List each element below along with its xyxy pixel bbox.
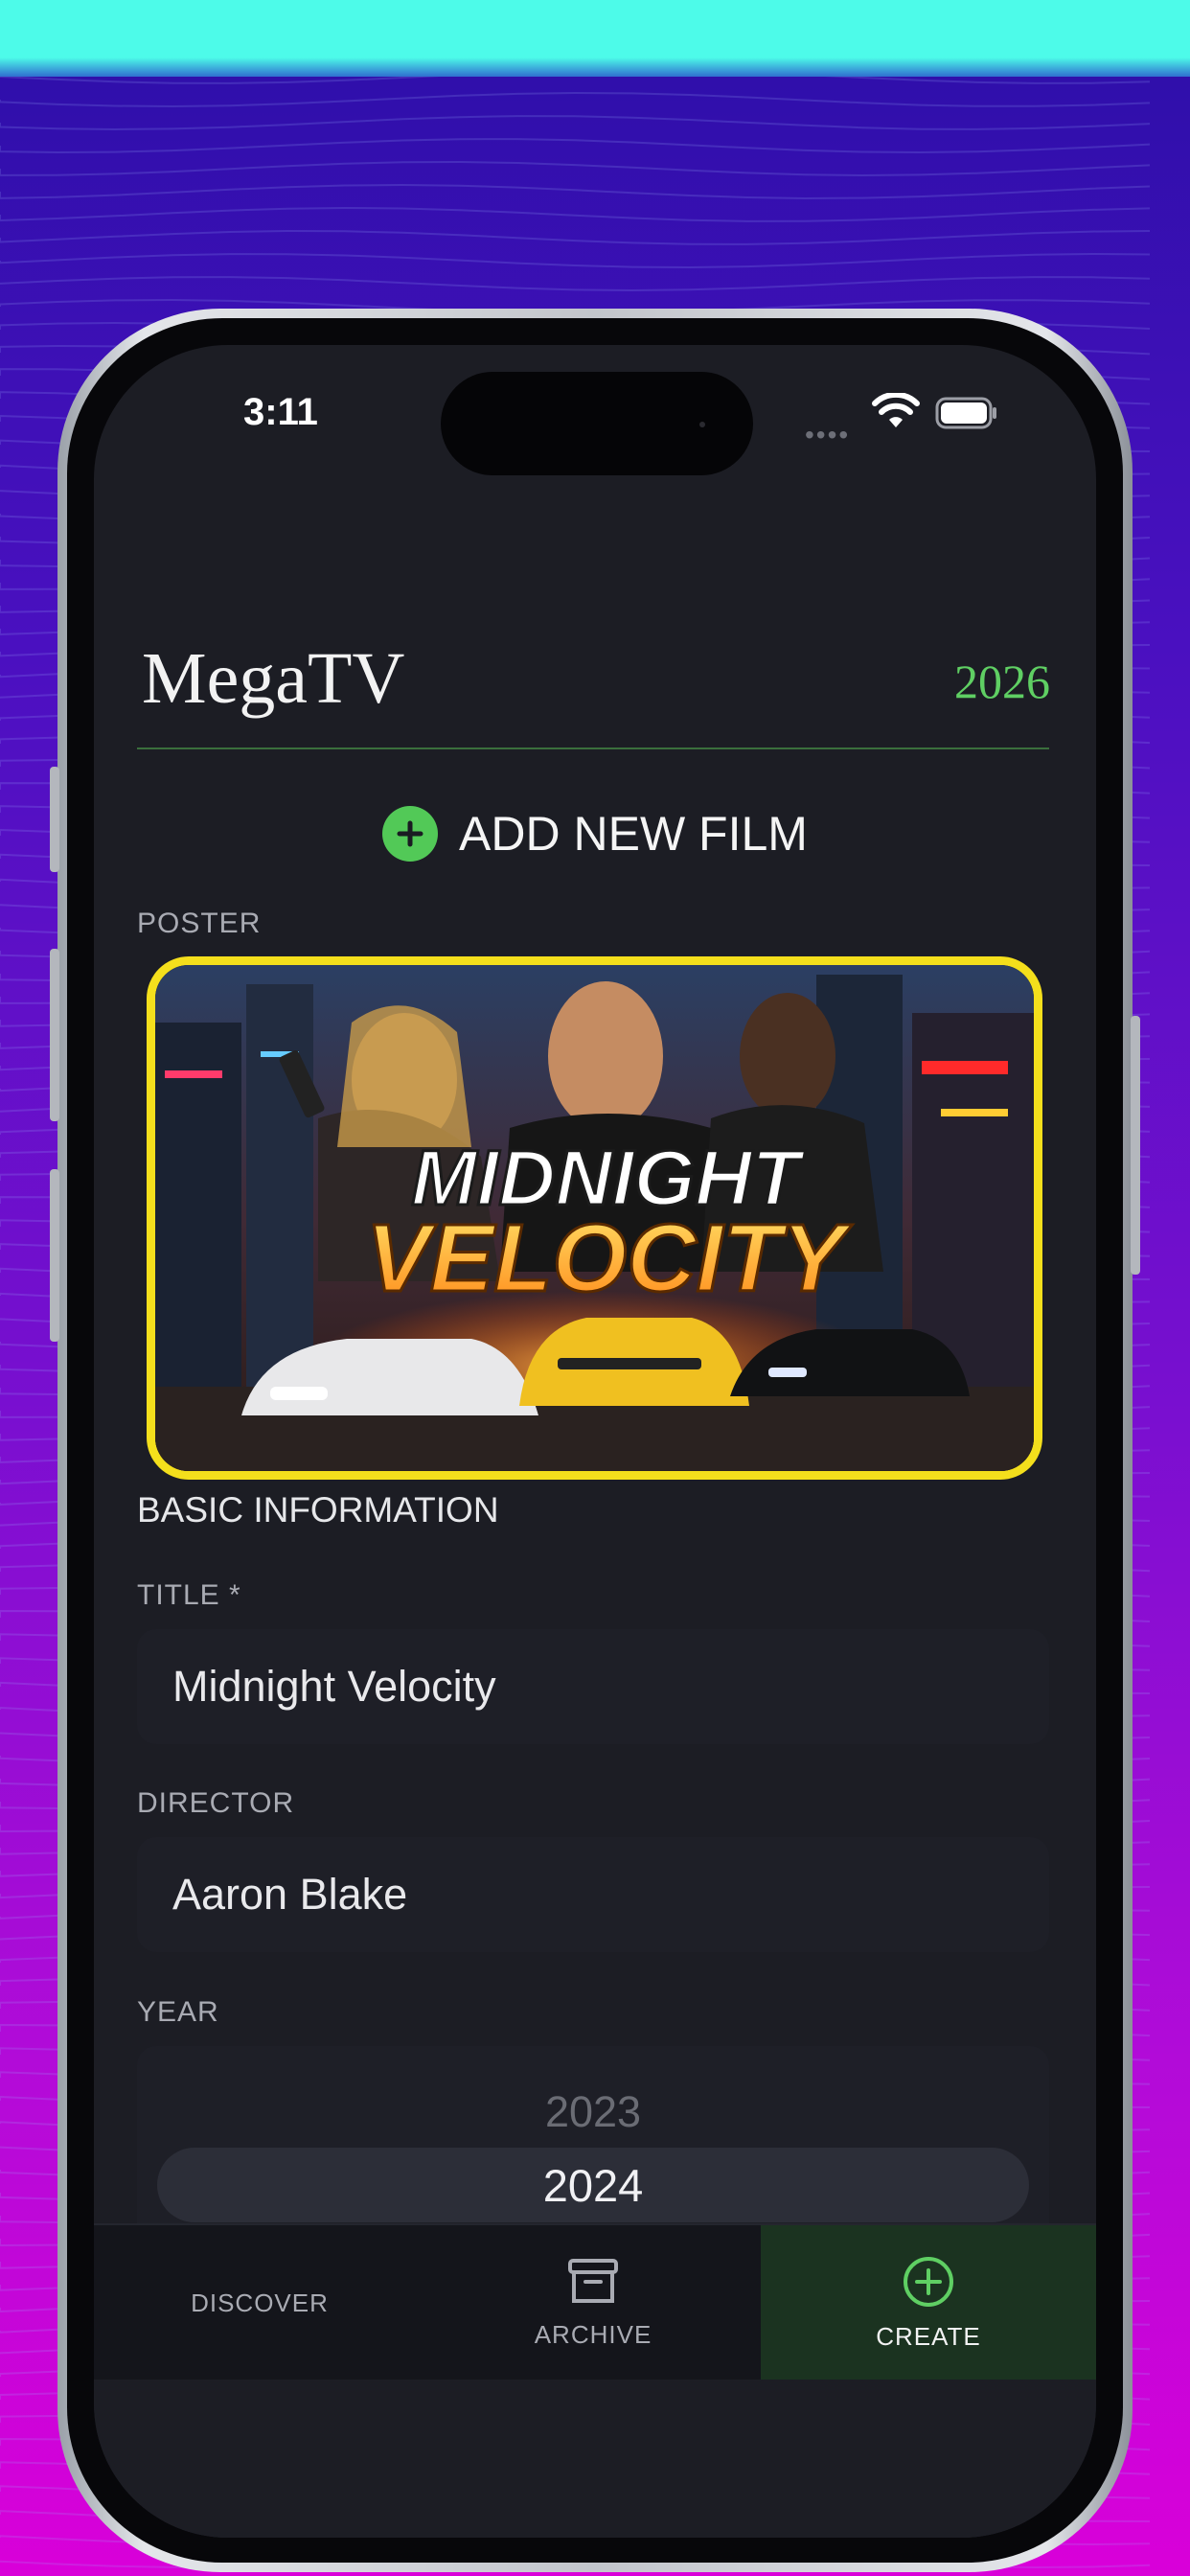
poster-artwork: MIDNIGHT VELOCITY	[155, 965, 1034, 1471]
section-title-basic-information: BASIC INFORMATION	[137, 1490, 499, 1530]
header-divider	[137, 748, 1049, 749]
phone-button-action	[50, 767, 59, 872]
signal-dots-icon: ••••	[805, 420, 851, 449]
director-input[interactable]: Aaron Blake	[137, 1837, 1049, 1952]
tab-create-label: CREATE	[876, 2322, 981, 2351]
phone-button-volume-up	[50, 949, 59, 1121]
add-new-film-label: ADD NEW FILM	[459, 807, 808, 861]
tab-archive[interactable]: ARCHIVE	[425, 2225, 761, 2381]
title-field-label: TITLE *	[137, 1579, 241, 1611]
app-year: 2026	[954, 655, 1050, 708]
front-camera	[699, 422, 705, 427]
archive-box-icon	[568, 2259, 618, 2303]
plus-circle-icon	[382, 806, 439, 862]
tab-discover[interactable]: DISCOVER	[94, 2225, 425, 2381]
plus-circle-icon	[904, 2257, 953, 2307]
add-new-film-heading: ADD NEW FILM	[94, 795, 1096, 872]
dynamic-island	[441, 372, 753, 475]
home-indicator-area	[94, 2380, 1096, 2538]
phone-button-power	[1131, 1016, 1140, 1275]
poster-label: POSTER	[137, 908, 262, 939]
year-field-label: YEAR	[137, 1996, 219, 2028]
tab-archive-label: ARCHIVE	[534, 2320, 652, 2349]
poster-image[interactable]: MIDNIGHT VELOCITY	[147, 956, 1042, 1480]
phone-screen: 3:11 •••• MegaTV 2026 ADD NEW FILM POSTE…	[94, 345, 1096, 2538]
year-option-selected[interactable]: 2024	[157, 2159, 1029, 2212]
phone-button-volume-down	[50, 1169, 59, 1342]
year-option-2023[interactable]: 2023	[137, 2087, 1049, 2137]
bottom-tab-bar: DISCOVER ARCHIVE CREATE	[94, 2223, 1096, 2381]
status-time: 3:11	[243, 391, 318, 433]
tab-create[interactable]: CREATE	[761, 2225, 1096, 2381]
wifi-icon	[872, 393, 920, 427]
battery-icon	[935, 397, 996, 429]
app-title: MegaTV	[142, 638, 405, 719]
poster-title-line2: VELOCITY	[366, 1205, 853, 1312]
director-field-label: DIRECTOR	[137, 1787, 295, 1819]
title-input[interactable]: Midnight Velocity	[137, 1629, 1049, 1744]
top-accent-strip	[0, 0, 1190, 77]
tab-discover-label: DISCOVER	[191, 2288, 329, 2317]
